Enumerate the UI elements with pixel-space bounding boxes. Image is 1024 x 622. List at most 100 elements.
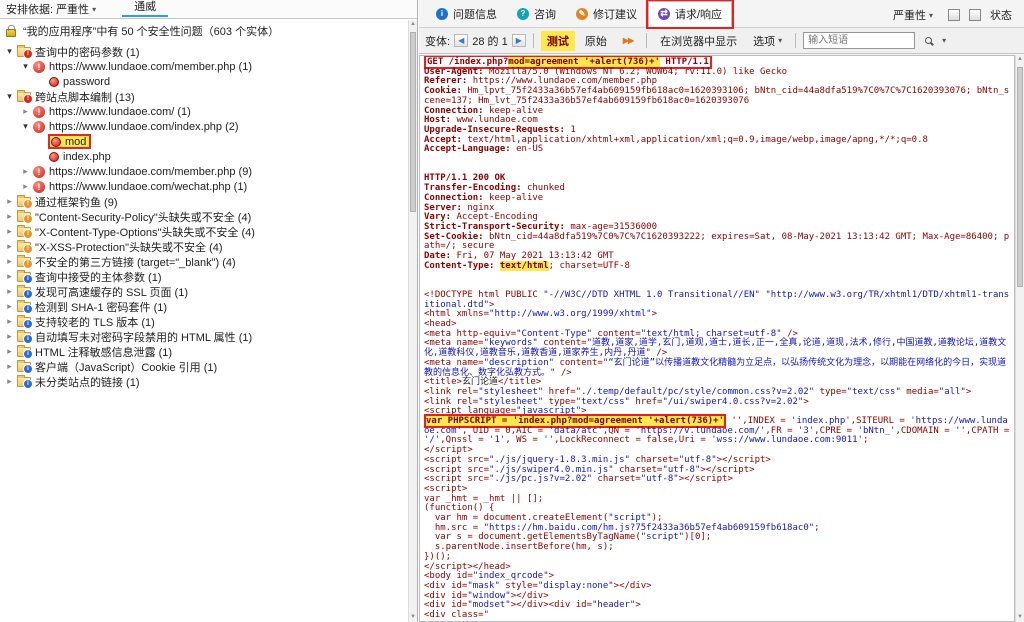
tree-item-content[interactable]: index.php — [48, 149, 114, 164]
tree-item-content[interactable]: 发现可高速缓存的 SSL 页面 (1) — [16, 284, 191, 299]
left-scrollbar[interactable]: ▲ ▼ — [408, 20, 417, 622]
scrollbar-thumb[interactable] — [410, 32, 416, 212]
tree-item-content[interactable]: 通过框架钓鱼 (9) — [16, 194, 121, 209]
tree-item-content[interactable]: 客户端（JavaScript）Cookie 引用 (1) — [16, 359, 220, 374]
expand-arrow-icon[interactable] — [3, 241, 16, 252]
search-button[interactable] — [919, 35, 938, 46]
issues-secondary-tab[interactable]: 通威 — [122, 0, 168, 17]
tree-item[interactable]: HTML 注释敏感信息泄露 (1) — [0, 344, 417, 359]
tree-item[interactable]: https://www.lundaoe.com/index.php (2) — [0, 119, 417, 134]
tree-item[interactable]: "X-Content-Type-Options"头缺失或不安全 (4) — [0, 224, 417, 239]
tree-item[interactable]: 支持较老的 TLS 版本 (1) — [0, 314, 417, 329]
expand-arrow-icon[interactable] — [3, 196, 16, 207]
expand-arrow-icon[interactable] — [19, 166, 32, 177]
tree-item[interactable]: index.php — [0, 149, 417, 164]
collapse-arrow-icon[interactable] — [3, 91, 16, 102]
tree-item[interactable]: "X-XSS-Protection"头缺失或不安全 (4) — [0, 239, 417, 254]
tree-item[interactable]: https://www.lundaoe.com/member.php (1) — [0, 59, 417, 74]
tree-item[interactable]: 客户端（JavaScript）Cookie 引用 (1) — [0, 359, 417, 374]
test-view-button[interactable]: 测试 — [541, 31, 575, 51]
tree-item-content[interactable]: https://www.lundaoe.com/member.php (9) — [32, 164, 255, 179]
tree-item[interactable]: 跨站点脚本编制 (13) — [0, 89, 417, 104]
tree-item-content[interactable]: HTML 注释敏感信息泄露 (1) — [16, 344, 175, 359]
tree-item-content[interactable]: 支持较老的 TLS 版本 (1) — [16, 314, 158, 329]
tree-item[interactable]: mod — [0, 134, 417, 149]
expand-arrow-icon[interactable] — [19, 106, 32, 117]
tree-item[interactable]: https://www.lundaoe.com/ (1) — [0, 104, 417, 119]
arrange-by-dropdown[interactable]: 安排依据: 严重性 ▾ — [6, 1, 96, 17]
expand-arrow-icon[interactable] — [3, 271, 16, 282]
expand-arrow-icon[interactable] — [3, 316, 16, 327]
tree-item[interactable]: 不安全的第三方链接 (target="_blank") (4) — [0, 254, 417, 269]
scroll-up-icon[interactable]: ▲ — [1016, 55, 1024, 64]
medium-severity-folder-icon — [17, 257, 31, 267]
next-highlight-button[interactable]: ▶▶ — [617, 34, 639, 47]
tree-item-content[interactable]: 跨站点脚本编制 (13) — [16, 89, 138, 104]
tree-item[interactable]: "Content-Security-Policy"头缺失或不安全 (4) — [0, 209, 417, 224]
expand-arrow-icon[interactable] — [3, 301, 16, 312]
tree-item[interactable]: 自动填写未对密码字段禁用的 HTML 属性 (1) — [0, 329, 417, 344]
layout-icon[interactable] — [948, 9, 960, 21]
issue-tree[interactable]: 查询中的密码参数 (1)https://www.lundaoe.com/memb… — [0, 44, 417, 389]
search-options-chevron-icon[interactable]: ▾ — [942, 36, 946, 45]
tree-item-content[interactable]: 不安全的第三方链接 (target="_blank") (4) — [16, 254, 239, 269]
options-label: 选项 — [753, 33, 775, 49]
right-scrollbar[interactable]: ▲ ▼ — [1015, 55, 1024, 622]
tab-issue-information[interactable]: i 问题信息 — [427, 2, 506, 26]
tree-item-content[interactable]: "Content-Security-Policy"头缺失或不安全 (4) — [16, 209, 254, 224]
expand-arrow-icon[interactable] — [3, 361, 16, 372]
options-dropdown[interactable]: 选项 ▾ — [747, 31, 788, 51]
phrase-search-input[interactable] — [803, 32, 915, 49]
expand-arrow-icon[interactable] — [3, 331, 16, 342]
expand-arrow-icon[interactable] — [3, 256, 16, 267]
collapse-arrow-icon[interactable] — [19, 121, 32, 132]
collapse-arrow-icon[interactable] — [3, 46, 16, 57]
tree-item-content[interactable]: https://www.lundaoe.com/member.php (1) — [32, 59, 255, 74]
tree-item[interactable]: 查询中接受的主体参数 (1) — [0, 269, 417, 284]
scrollbar-thumb[interactable] — [1017, 67, 1023, 287]
tree-item-content[interactable]: https://www.lundaoe.com/index.php (2) — [32, 119, 242, 134]
expand-arrow-icon[interactable] — [3, 346, 16, 357]
expand-arrow-icon[interactable] — [19, 181, 32, 192]
http-line: Cookie: Hm_lpvt_75f2433a36b57ef4ab609159… — [424, 87, 1010, 106]
double-play-icon: ▶▶ — [623, 36, 633, 45]
tree-item[interactable]: 检测到 SHA-1 密码套件 (1) — [0, 299, 417, 314]
tab-request-response[interactable]: ⇄ 请求/响应 — [648, 1, 732, 27]
tree-item-content[interactable]: "X-XSS-Protection"头缺失或不安全 (4) — [16, 239, 226, 254]
tree-item-content[interactable]: https://www.lundaoe.com/wechat.php (1) — [32, 179, 250, 194]
http-view[interactable]: GET /index.php?mod=agreement '+alert(736… — [419, 55, 1015, 622]
status-label: 状态 — [990, 7, 1012, 23]
expand-arrow-icon[interactable] — [3, 211, 16, 222]
tree-item-content[interactable]: mod — [48, 134, 91, 149]
tree-item-content[interactable]: 检测到 SHA-1 密码套件 (1) — [16, 299, 170, 314]
tree-item-content[interactable]: 自动填写未对密码字段禁用的 HTML 属性 (1) — [16, 329, 255, 344]
severity-dropdown[interactable]: 严重性 ▾ — [887, 5, 939, 25]
tree-item-content[interactable]: password — [48, 74, 113, 89]
tree-item[interactable]: 未分类站点的链接 (1) — [0, 374, 417, 389]
tree-item-content[interactable]: "X-Content-Type-Options"头缺失或不安全 (4) — [16, 224, 258, 239]
tree-item[interactable]: 查询中的密码参数 (1) — [0, 44, 417, 59]
tree-item[interactable]: 通过框架钓鱼 (9) — [0, 194, 417, 209]
scroll-down-icon[interactable]: ▼ — [1016, 613, 1024, 622]
expand-arrow-icon[interactable] — [3, 286, 16, 297]
expand-arrow-icon[interactable] — [3, 376, 16, 387]
tree-item[interactable]: https://www.lundaoe.com/wechat.php (1) — [0, 179, 417, 194]
tree-item[interactable]: https://www.lundaoe.com/member.php (9) — [0, 164, 417, 179]
tree-item[interactable]: password — [0, 74, 417, 89]
tree-item-content[interactable]: 查询中接受的主体参数 (1) — [16, 269, 165, 284]
next-variant-button[interactable]: ▶ — [512, 34, 526, 47]
tree-item-content[interactable]: 查询中的密码参数 (1) — [16, 44, 143, 59]
columns-icon[interactable] — [969, 9, 981, 21]
tree-item-content[interactable]: https://www.lundaoe.com/ (1) — [32, 104, 194, 119]
expand-arrow-icon[interactable] — [3, 226, 16, 237]
tab-fix-recommendation[interactable]: ✎ 修订建议 — [567, 2, 646, 26]
scroll-down-icon[interactable]: ▼ — [409, 613, 417, 622]
previous-variant-button[interactable]: ◀ — [454, 34, 468, 47]
show-in-browser-button[interactable]: 在浏览器中显示 — [654, 31, 743, 51]
tab-advisory[interactable]: ? 咨询 — [508, 2, 565, 26]
scroll-up-icon[interactable]: ▲ — [409, 20, 417, 29]
tree-item-content[interactable]: 未分类站点的链接 (1) — [16, 374, 143, 389]
collapse-arrow-icon[interactable] — [19, 61, 32, 72]
original-view-button[interactable]: 原始 — [579, 31, 613, 51]
tree-item[interactable]: 发现可高速缓存的 SSL 页面 (1) — [0, 284, 417, 299]
